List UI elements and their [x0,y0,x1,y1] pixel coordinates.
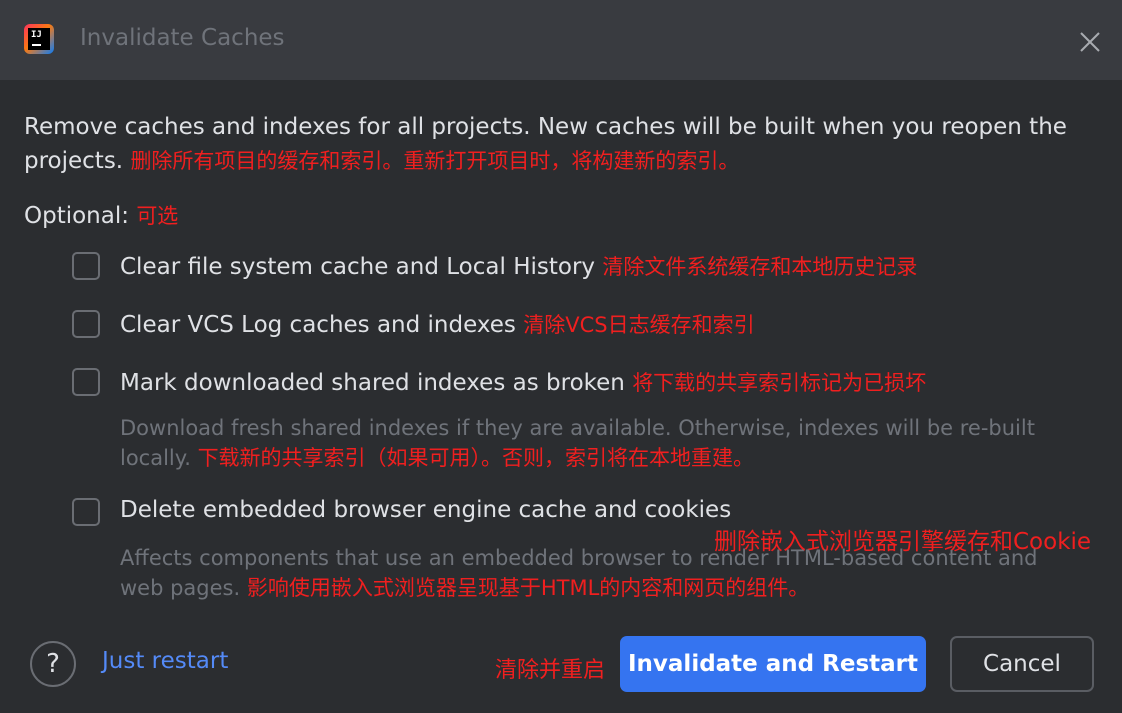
option-label: Mark downloaded shared indexes as broken… [120,370,927,396]
option-label: Delete embedded browser engine cache and… [120,497,732,523]
optional-label: Optional: [24,203,129,229]
optional-annotation: 可选 [136,204,179,228]
dialog-description: Remove caches and indexes for all projec… [24,110,1104,178]
checkbox[interactable] [72,252,100,280]
option-annotation: 将下载的共享索引标记为已损坏 [632,371,927,395]
option-hint: Affects components that use an embedded … [120,546,1038,600]
checkbox[interactable] [72,310,100,338]
help-icon[interactable]: ? [30,641,76,687]
option-annotation: 清除VCS日志缓存和索引 [523,313,755,337]
invalidate-and-restart-button[interactable]: Invalidate and Restart [620,636,926,692]
primary-annotation: 清除并重启 [495,658,606,683]
dialog-title: Invalidate Caches [80,25,285,51]
just-restart-link[interactable]: Just restart [102,648,228,674]
intellij-logo-icon: IJ [24,24,54,54]
checkbox[interactable] [72,368,100,396]
option-hint: Download fresh shared indexes if they ar… [120,416,1035,470]
hint-annotation: 下载新的共享索引（如果可用）。否则，索引将在本地重建。 [197,446,755,470]
option-label: Clear VCS Log caches and indexes 清除VCS日志… [120,312,755,338]
optional-heading: Optional: 可选 [24,200,178,230]
description-annotation: 删除所有项目的缓存和索引。重新打开项目时，将构建新的索引。 [130,149,740,173]
option-label: Clear file system cache and Local Histor… [120,254,918,280]
cancel-button[interactable]: Cancel [950,636,1094,692]
option-annotation: 清除文件系统缓存和本地历史记录 [602,255,918,279]
title-bar: IJ Invalidate Caches [0,0,1122,80]
checkbox[interactable] [72,498,100,526]
close-icon[interactable] [1076,28,1104,56]
hint-annotation: 影响使用嵌入式浏览器呈现基于HTML的内容和网页的组件。 [246,576,810,600]
